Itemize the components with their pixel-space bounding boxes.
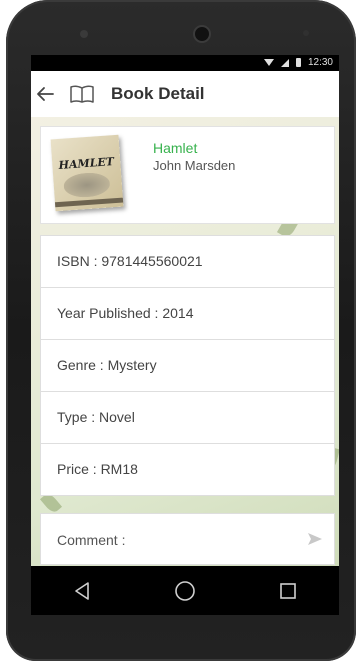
send-icon[interactable]: [306, 530, 324, 548]
proximity-sensor: [303, 30, 309, 36]
square-recents-icon[interactable]: [268, 576, 308, 606]
book-detail-content: HAMLET Hamlet John Marsden ISBN : 978144…: [31, 117, 339, 566]
book-title: Hamlet: [153, 140, 198, 156]
phone-speaker: [80, 30, 88, 38]
open-book-icon: [69, 83, 95, 105]
wifi-icon: [263, 59, 274, 66]
cover-title: HAMLET: [58, 155, 115, 172]
type-row: Type : Novel: [41, 392, 334, 444]
front-camera: [193, 25, 211, 43]
isbn-row: ISBN : 9781445560021: [41, 236, 334, 288]
status-time: 12:30: [307, 57, 333, 68]
arrow-left-icon[interactable]: [35, 84, 55, 104]
comment-box: [40, 513, 335, 566]
year-published-row: Year Published : 2014: [41, 288, 334, 340]
android-nav-bar: [31, 566, 339, 615]
genre-row: Genre : Mystery: [41, 340, 334, 392]
price-row: Price : RM18: [57, 461, 138, 477]
book-details-list: ISBN : 9781445560021 Year Published : 20…: [40, 235, 335, 496]
cover-strip: [54, 197, 124, 208]
status-bar: 12:30: [31, 55, 339, 71]
comment-input[interactable]: [41, 514, 299, 566]
app-bar: Book Detail: [31, 71, 339, 118]
book-cover-image: HAMLET: [50, 134, 124, 212]
phone-screen: 12:30 Book Detail HAMLET Hamlet John Mar…: [31, 55, 339, 615]
triangle-back-icon[interactable]: [62, 576, 102, 606]
circle-home-icon[interactable]: [165, 576, 205, 606]
cover-artwork: [63, 171, 111, 199]
book-author: John Marsden: [153, 158, 236, 173]
signal-icon: [280, 58, 289, 67]
page-title: Book Detail: [111, 84, 205, 103]
book-summary-card: HAMLET Hamlet John Marsden: [40, 126, 335, 224]
battery-icon: [295, 58, 301, 67]
